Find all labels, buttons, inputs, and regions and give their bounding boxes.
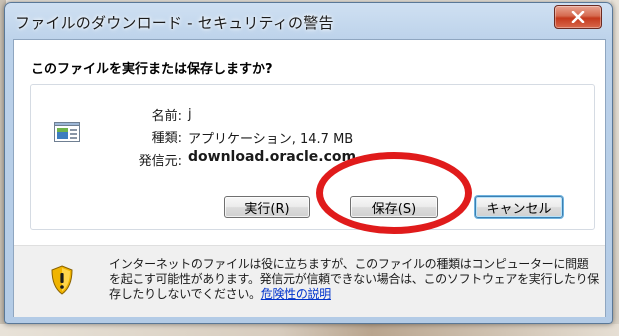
- close-icon: [571, 11, 585, 23]
- file-name-value: j: [188, 107, 192, 122]
- file-type-label: 種類:: [151, 131, 182, 146]
- warning-footer: インターネットのファイルは役に立ちますが、このファイルの種類はコンピューターに問…: [14, 245, 605, 317]
- security-warning-dialog: ファイルのダウンロード - セキュリティの警告 このファイルを実行または保存しま…: [4, 2, 613, 324]
- dialog-body: このファイルを実行または保存しますか? 名前: j 種類: アプリケーション, …: [13, 39, 606, 317]
- warning-text: インターネットのファイルは役に立ちますが、このファイルの種類はコンピューターに問…: [109, 257, 599, 301]
- run-button[interactable]: 実行(R): [224, 196, 310, 218]
- title-bar[interactable]: ファイルのダウンロード - セキュリティの警告: [5, 3, 612, 37]
- file-source-value: download.oracle.com: [188, 149, 357, 165]
- window-title: ファイルのダウンロード - セキュリティの警告: [15, 14, 334, 32]
- file-name-label: 名前:: [151, 109, 182, 124]
- application-file-icon: [54, 122, 80, 142]
- file-type-value: アプリケーション, 14.7 MB: [188, 132, 354, 147]
- file-source-label: 発信元:: [138, 154, 182, 169]
- warning-message: インターネットのファイルは役に立ちますが、このファイルの種類はコンピューターに問…: [109, 257, 599, 302]
- cancel-button[interactable]: キャンセル: [475, 196, 563, 218]
- close-button[interactable]: [554, 5, 602, 29]
- risk-explanation-link[interactable]: 危険性の説明: [261, 287, 332, 301]
- background-page-bottom: [0, 324, 619, 336]
- dialog-question: このファイルを実行または保存しますか?: [31, 62, 273, 77]
- security-shield-icon: [51, 265, 73, 295]
- dialog-content: このファイルを実行または保存しますか? 名前: j 種類: アプリケーション, …: [14, 40, 605, 245]
- save-button[interactable]: 保存(S): [350, 196, 438, 218]
